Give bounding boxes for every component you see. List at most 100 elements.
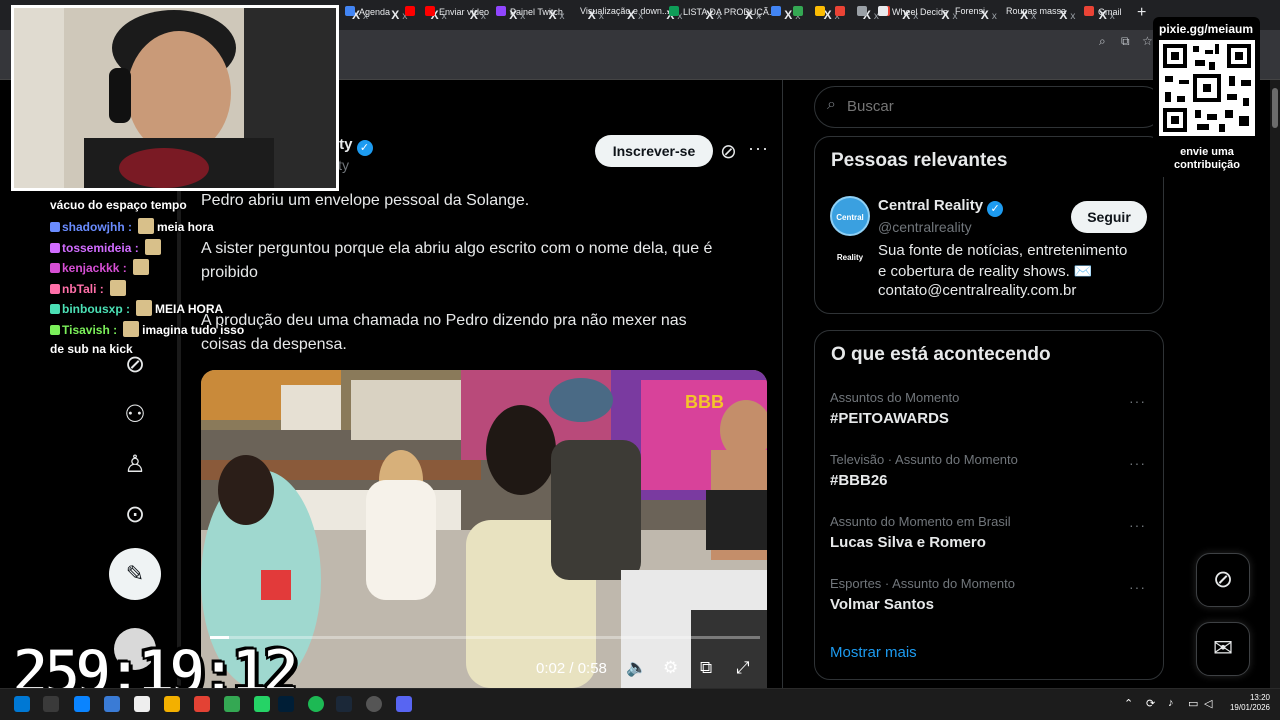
volume-icon[interactable]: 🔈 <box>626 658 647 678</box>
spotify-icon[interactable] <box>308 696 324 712</box>
search-icon: ⌕ <box>827 96 836 113</box>
steam-icon[interactable] <box>336 696 352 712</box>
chat-message: nbTali : <box>50 280 129 296</box>
trending-title: O que está acontecendo <box>831 344 1051 365</box>
bookmark-favicon-icon <box>345 6 355 16</box>
relevant-account-name[interactable]: Central Reality ✓ <box>878 197 1004 217</box>
chat-username: nbTali : <box>62 282 104 296</box>
follow-button[interactable]: Seguir <box>1071 201 1147 233</box>
chat-username: shadowjhh : <box>62 220 132 234</box>
speaker-icon[interactable]: ◁ <box>1204 697 1212 710</box>
new-tab-button[interactable]: + <box>1137 4 1146 22</box>
trend-name[interactable]: Lucas Silva e Romero <box>830 534 986 551</box>
whatsapp-icon[interactable] <box>254 696 270 712</box>
settings-gear-icon[interactable]: ⚙ <box>663 658 678 678</box>
bookmark-item[interactable]: Roupas massa <box>1006 6 1066 16</box>
bookmark-item[interactable] <box>857 6 871 17</box>
bookmark-item[interactable]: LISTA DA PRODUÇÃ... <box>669 6 776 17</box>
compose-post-button[interactable]: ✎ <box>109 548 161 600</box>
clock-time: 13:20 <box>1249 693 1270 702</box>
bookmark-item[interactable] <box>835 6 849 17</box>
obs-icon[interactable] <box>366 696 382 712</box>
tweet-text-line: A sister perguntou porque ela abriu algo… <box>201 240 713 257</box>
chat-text: meia hora <box>157 220 214 234</box>
bookmark-item[interactable] <box>793 6 807 17</box>
trend-more-icon[interactable]: ··· <box>1129 579 1146 595</box>
bookmark-label: Agenda <box>359 7 391 17</box>
bookmark-item[interactable]: Painel Twitch <box>496 6 563 17</box>
more-options-icon[interactable]: ⊙ <box>120 500 150 530</box>
chat-message: tossemideia : <box>50 239 164 255</box>
taskbar-app-icon[interactable] <box>104 696 120 712</box>
clock-date: 19/01/2026 <box>1229 703 1270 712</box>
verified-badge-icon: ✓ <box>987 201 1004 217</box>
bookmark-item[interactable] <box>815 6 829 17</box>
search-input[interactable] <box>847 98 1127 115</box>
picture-in-picture-icon[interactable]: ⧉ <box>700 658 712 678</box>
tab-close-icon[interactable]: x <box>992 11 997 22</box>
bookmark-item[interactable]: Enviar vídeo <box>425 6 489 17</box>
discord-icon[interactable] <box>396 696 412 712</box>
show-more-link[interactable]: Mostrar mais <box>830 644 917 661</box>
microphone-icon[interactable]: ♪ <box>1168 697 1174 709</box>
trend-name[interactable]: #BBB26 <box>830 472 888 489</box>
clock[interactable]: 13:20 19/01/2026 <box>1226 693 1270 713</box>
taskbar-app-icon[interactable] <box>164 696 180 712</box>
photoshop-icon[interactable] <box>278 696 294 712</box>
trend-more-icon[interactable]: ··· <box>1129 455 1146 471</box>
bookmark-label: Wheel Decide <box>892 7 949 17</box>
bookmark-item[interactable]: Forensi <box>955 6 985 16</box>
relevant-account-handle[interactable]: @centralreality <box>878 219 972 235</box>
tray-chevron-icon[interactable]: ⌃ <box>1124 697 1133 710</box>
tray-sync-icon[interactable]: ⟳ <box>1146 697 1155 710</box>
trending-panel: O que está acontecendo <box>814 330 1164 680</box>
grok-explain-icon[interactable]: ⊘ <box>720 139 737 164</box>
taskbar-app-icon[interactable] <box>43 696 59 712</box>
bookmark-item[interactable]: Visualização e down... <box>580 6 669 16</box>
bookmark-item[interactable] <box>405 6 419 17</box>
chat-username: kenjackkk : <box>62 261 127 275</box>
tweet-more-icon[interactable]: ··· <box>748 138 769 159</box>
page-scrollbar-thumb[interactable] <box>1272 88 1278 128</box>
communities-icon[interactable]: ⚇ <box>120 400 150 430</box>
webcam-feed <box>14 8 336 188</box>
tweet-text-line: coisas da despensa. <box>201 336 347 353</box>
zoom-icon[interactable]: ⌕ <box>1099 34 1106 49</box>
relevant-account-bio-email[interactable]: contato@centralreality.com.br <box>878 282 1076 299</box>
trend-name[interactable]: Volmar Santos <box>830 596 934 613</box>
bookmark-item[interactable]: Agenda <box>345 6 390 17</box>
bookmark-favicon-icon <box>857 6 867 16</box>
trend-name[interactable]: #PEITOAWARDS <box>830 410 949 427</box>
trend-context: Televisão · Assunto do Momento <box>830 452 1018 467</box>
bookmark-favicon-icon <box>793 6 803 16</box>
messages-icon[interactable]: ✉ <box>1196 622 1250 676</box>
chat-badge-icon <box>50 243 60 253</box>
bookmark-item[interactable]: Wheel Decide <box>878 6 948 17</box>
verified-badge-icon: ✓ <box>356 140 373 156</box>
relevant-account-avatar[interactable]: Central Reality <box>830 196 870 262</box>
bookmark-star-icon[interactable]: ☆ <box>1142 34 1153 48</box>
donation-caption: envie uma contribuição <box>1173 146 1240 171</box>
tweet-author-name[interactable]: ity ✓ <box>335 136 373 156</box>
profile-icon[interactable]: ♙ <box>120 450 150 480</box>
qr-code-graphic <box>1159 40 1255 136</box>
grok-float-icon[interactable]: ⊘ <box>1196 553 1250 607</box>
trend-more-icon[interactable]: ··· <box>1129 517 1146 533</box>
cast-icon[interactable]: ⧉ <box>1121 34 1130 49</box>
taskbar-app-icon[interactable] <box>74 696 90 712</box>
page-scrollbar[interactable] <box>1270 80 1280 688</box>
taskbar-app-icon[interactable] <box>134 696 150 712</box>
bookmark-item[interactable]: Gmail <box>1084 6 1122 17</box>
windows-taskbar <box>0 688 1280 720</box>
subscribe-button[interactable]: Inscrever-se <box>595 135 713 167</box>
windows-start-icon[interactable] <box>14 696 30 712</box>
chat-badge-icon <box>50 222 60 232</box>
chat-username: binbousxp : <box>62 302 130 316</box>
taskbar-app-icon[interactable] <box>194 696 210 712</box>
chrome-icon[interactable] <box>224 696 240 712</box>
network-icon[interactable]: ▭ <box>1188 697 1198 710</box>
bookmark-item[interactable] <box>771 6 785 17</box>
fullscreen-icon[interactable]: ⤢ <box>736 658 750 678</box>
tab-close-icon[interactable]: x <box>1070 11 1075 22</box>
trend-more-icon[interactable]: ··· <box>1129 393 1146 409</box>
